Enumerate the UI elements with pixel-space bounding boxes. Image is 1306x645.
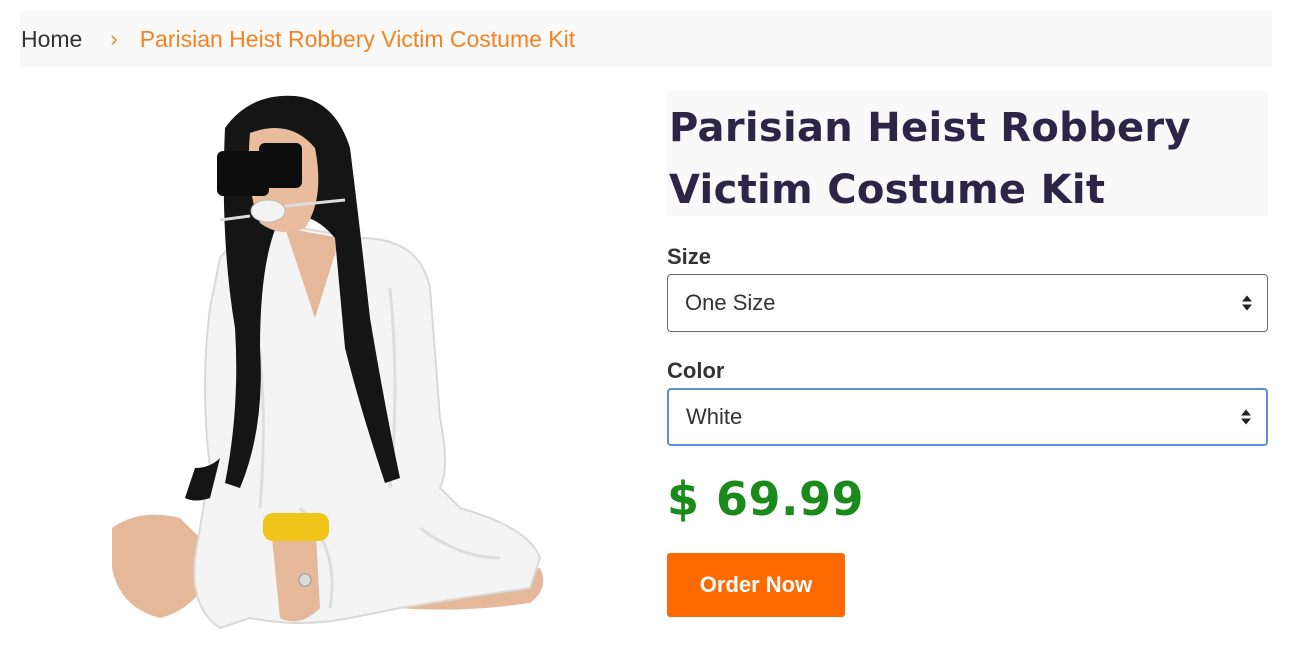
product-title: Parisian Heist Robbery Victim Costume Ki…: [669, 105, 1191, 213]
product-title-box: Parisian Heist Robbery Victim Costume Ki…: [667, 91, 1268, 216]
order-now-button[interactable]: Order Now: [667, 553, 845, 617]
select-arrows-icon: [1241, 409, 1251, 425]
size-label: Size: [667, 244, 712, 269]
color-select[interactable]: White: [667, 388, 1268, 446]
product-price: $ 69.99: [667, 472, 865, 526]
product-photo-illustration: [112, 95, 544, 630]
size-select[interactable]: One Size: [667, 274, 1268, 332]
size-select-value: One Size: [685, 290, 776, 315]
color-select-value: White: [686, 404, 743, 429]
breadcrumb-home-link[interactable]: Home: [21, 26, 82, 53]
color-label: Color: [667, 358, 725, 383]
select-arrows-icon: [1242, 295, 1252, 311]
breadcrumb-current: Parisian Heist Robbery Victim Costume Ki…: [139, 25, 576, 52]
breadcrumb: Home › Parisian Heist Robbery Victim Cos…: [20, 11, 1272, 67]
product-image: [100, 88, 560, 645]
breadcrumb-separator-icon: ›: [110, 26, 118, 51]
